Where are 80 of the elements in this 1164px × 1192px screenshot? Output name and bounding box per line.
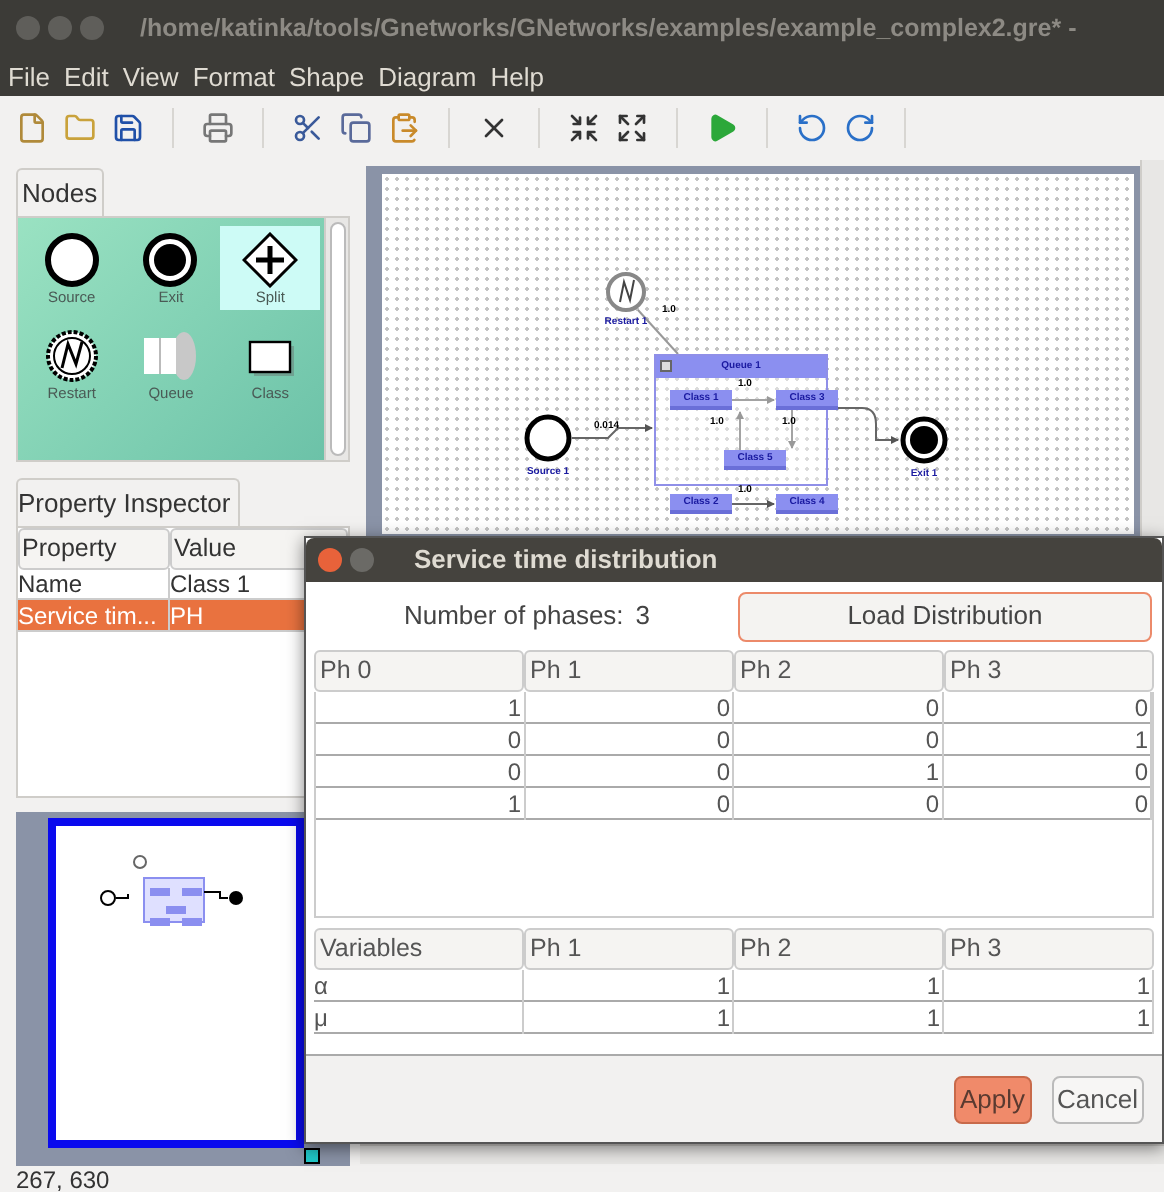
- table-cell: 0: [943, 692, 1152, 724]
- column-header[interactable]: Ph 2: [734, 928, 944, 970]
- diamond-plus-icon: [242, 231, 299, 288]
- table-cell: 1: [944, 970, 1154, 1002]
- phases-value: 3: [635, 598, 651, 635]
- cut-icon[interactable]: [292, 112, 324, 144]
- dialog-title: Service time distribution: [414, 542, 718, 579]
- phases-label: Number of phases:: [403, 598, 624, 635]
- column-header[interactable]: Ph 0: [314, 650, 524, 692]
- column-header[interactable]: Ph 3: [944, 650, 1154, 692]
- table-cell: 1: [524, 970, 734, 1002]
- table-cell: 1: [734, 756, 943, 788]
- window-title: /home/katinka/tools/Gnetworks/GNetworks/examples/example_complex2.gre* -: [140, 11, 1077, 46]
- menu-item[interactable]: File: [8, 63, 50, 89]
- connector-line: [731, 396, 775, 404]
- menu-item[interactable]: Edit: [63, 63, 109, 89]
- table-cell: 0: [525, 692, 734, 724]
- undo-icon[interactable]: [796, 112, 828, 144]
- resize-handle[interactable]: [304, 1148, 320, 1165]
- menu-item[interactable]: Diagram: [378, 63, 477, 89]
- table-cell: 0: [525, 788, 734, 820]
- column-header[interactable]: Property: [18, 528, 170, 570]
- queue-icon: [140, 327, 201, 384]
- table-cell: 0: [525, 756, 734, 788]
- connector-line: [637, 309, 679, 355]
- menu-item[interactable]: Shape: [288, 63, 365, 89]
- dialog-button[interactable]: Apply: [954, 1075, 1032, 1123]
- dialog-button[interactable]: Cancel: [1051, 1075, 1144, 1123]
- table-cell: 1: [734, 1002, 944, 1034]
- play-icon[interactable]: [706, 112, 738, 144]
- table-cell: 1: [943, 724, 1152, 756]
- table-cell: 0: [734, 692, 943, 724]
- menu-item[interactable]: Format: [192, 63, 275, 89]
- table-cell: 1: [734, 970, 944, 1002]
- column-header[interactable]: Ph 1: [524, 650, 734, 692]
- menu-item[interactable]: View: [122, 63, 179, 89]
- table-cell: Name: [18, 568, 170, 599]
- column-header[interactable]: Variables: [314, 928, 524, 970]
- connector-line: [571, 424, 653, 439]
- collapse-icon[interactable]: [660, 360, 672, 372]
- copy-icon[interactable]: [340, 112, 372, 144]
- column-header[interactable]: Ph 3: [944, 928, 1154, 970]
- menu-item[interactable]: Help: [490, 63, 544, 89]
- connector-line: [731, 500, 775, 508]
- shrink-icon[interactable]: [568, 112, 600, 144]
- expand-icon[interactable]: [616, 112, 648, 144]
- table-cell: 0: [316, 724, 525, 756]
- table-cell: Service tim...: [18, 600, 170, 631]
- table-cell: 0: [734, 724, 943, 756]
- redo-icon[interactable]: [844, 112, 876, 144]
- table-cell: 0: [943, 788, 1152, 820]
- circle-icon: [43, 231, 100, 288]
- table-cell: μ: [314, 1002, 524, 1034]
- table-cell: 0: [525, 724, 734, 756]
- table-cell: 1: [524, 1002, 734, 1034]
- save-icon[interactable]: [112, 112, 144, 144]
- column-header[interactable]: Ph 2: [734, 650, 944, 692]
- zigzag-circle-icon: [43, 327, 100, 384]
- status-bar-text: 267, 630: [16, 1168, 112, 1192]
- table-cell: α: [314, 970, 524, 1002]
- load-distribution-button[interactable]: Load Distribution: [737, 591, 1152, 641]
- exit-node[interactable]: [900, 416, 948, 464]
- paste-icon[interactable]: [388, 112, 420, 144]
- nodes-tab[interactable]: Nodes: [16, 168, 104, 216]
- source-node[interactable]: [524, 414, 572, 462]
- table-cell: 1: [316, 692, 525, 724]
- horizontal-scrollbar[interactable]: [360, 1144, 1164, 1164]
- printer-icon[interactable]: [202, 112, 234, 144]
- new-file-icon[interactable]: [16, 112, 48, 144]
- table-cell: 0: [943, 756, 1152, 788]
- table-cell: 1: [944, 1002, 1154, 1034]
- column-header[interactable]: Ph 1: [524, 928, 734, 970]
- target-icon: [142, 231, 199, 288]
- table-cell: 0: [316, 756, 525, 788]
- table-cell: 1: [316, 788, 525, 820]
- connector-line: [736, 411, 744, 451]
- table-cell: 0: [734, 788, 943, 820]
- close-icon[interactable]: [318, 548, 342, 572]
- vertical-scrollbar[interactable]: [324, 218, 348, 461]
- restart-node[interactable]: [606, 272, 646, 312]
